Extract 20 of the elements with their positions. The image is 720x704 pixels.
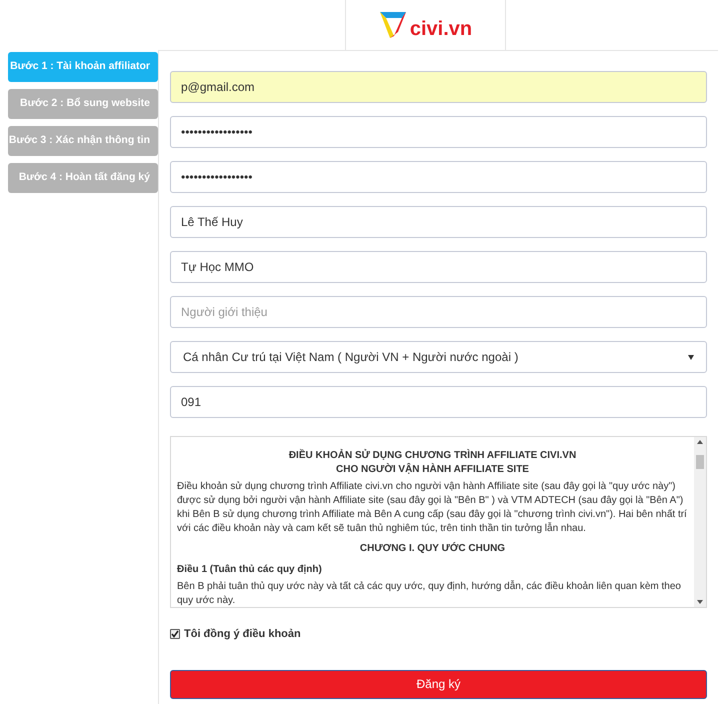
register-button[interactable]: Đăng ký bbox=[170, 670, 707, 698]
input-field[interactable]: Tự Học MMO bbox=[170, 251, 707, 283]
terms-paragraph: Bên B phải tuân thủ quy ước này và tất cả các quy ước, quy định, hướng dẫn, các điều khoản liên quan kèm theo quy ước này. bbox=[177, 580, 682, 607]
input-field[interactable]: 091 bbox=[170, 386, 707, 418]
input-field[interactable]: p@gmail.com bbox=[170, 71, 707, 103]
caret-icon bbox=[688, 354, 694, 360]
article-title: Điều 1 (Tuân thủ các quy định) bbox=[177, 563, 323, 577]
input-field[interactable]: Lê Thế Huy bbox=[170, 206, 707, 238]
terms-paragraph: Điều khoản sử dụng chương trình Affiliate civi.vn cho người vận hành Affiliate site (sau đây gọi là "quy ước này") được sử dụng bởi người vận hành Affiliate site (sau đây gọi là "Bên B" ) và VTM ADTECH (sau đây gọi là "Bên A") khi Bên B sử dụng chương trình Affiliate mà Bên A cung cấp (sau đây gọi là "chương trình civi.vn"). Hai bên nhất trí với các điều khoản này và cam kết sẽ tuân thủ nghiêm túc, trên tinh thần tin tưởng lẫn nhau. bbox=[177, 480, 688, 536]
terms-heading: CHƯƠNG I. QUY ƯỚC CHUNG bbox=[358, 542, 506, 556]
logo-icon bbox=[378, 10, 408, 40]
input-field[interactable]: Người giới thiệu bbox=[170, 296, 707, 328]
select-field[interactable]: Cá nhân Cư trú tại Việt Nam ( Người VN + Người nước ngoài ) bbox=[170, 341, 707, 373]
agree-label: Tôi đồng ý điều khoản bbox=[184, 627, 301, 642]
input-field[interactable]: ••••••••••••••••• bbox=[170, 116, 707, 148]
terms-title: ĐIỀU KHOẢN SỬ DỤNG CHƯƠNG TRÌNH AFFILIATE CIVI.VN bbox=[288, 449, 578, 463]
terms-title: CHO NGƯỜI VẬN HÀNH AFFILIATE SITE bbox=[335, 463, 530, 477]
logo-text: civi.vn bbox=[410, 17, 472, 42]
agree-checkbox[interactable] bbox=[170, 629, 180, 640]
input-field[interactable]: ••••••••••••••••• bbox=[170, 161, 707, 193]
